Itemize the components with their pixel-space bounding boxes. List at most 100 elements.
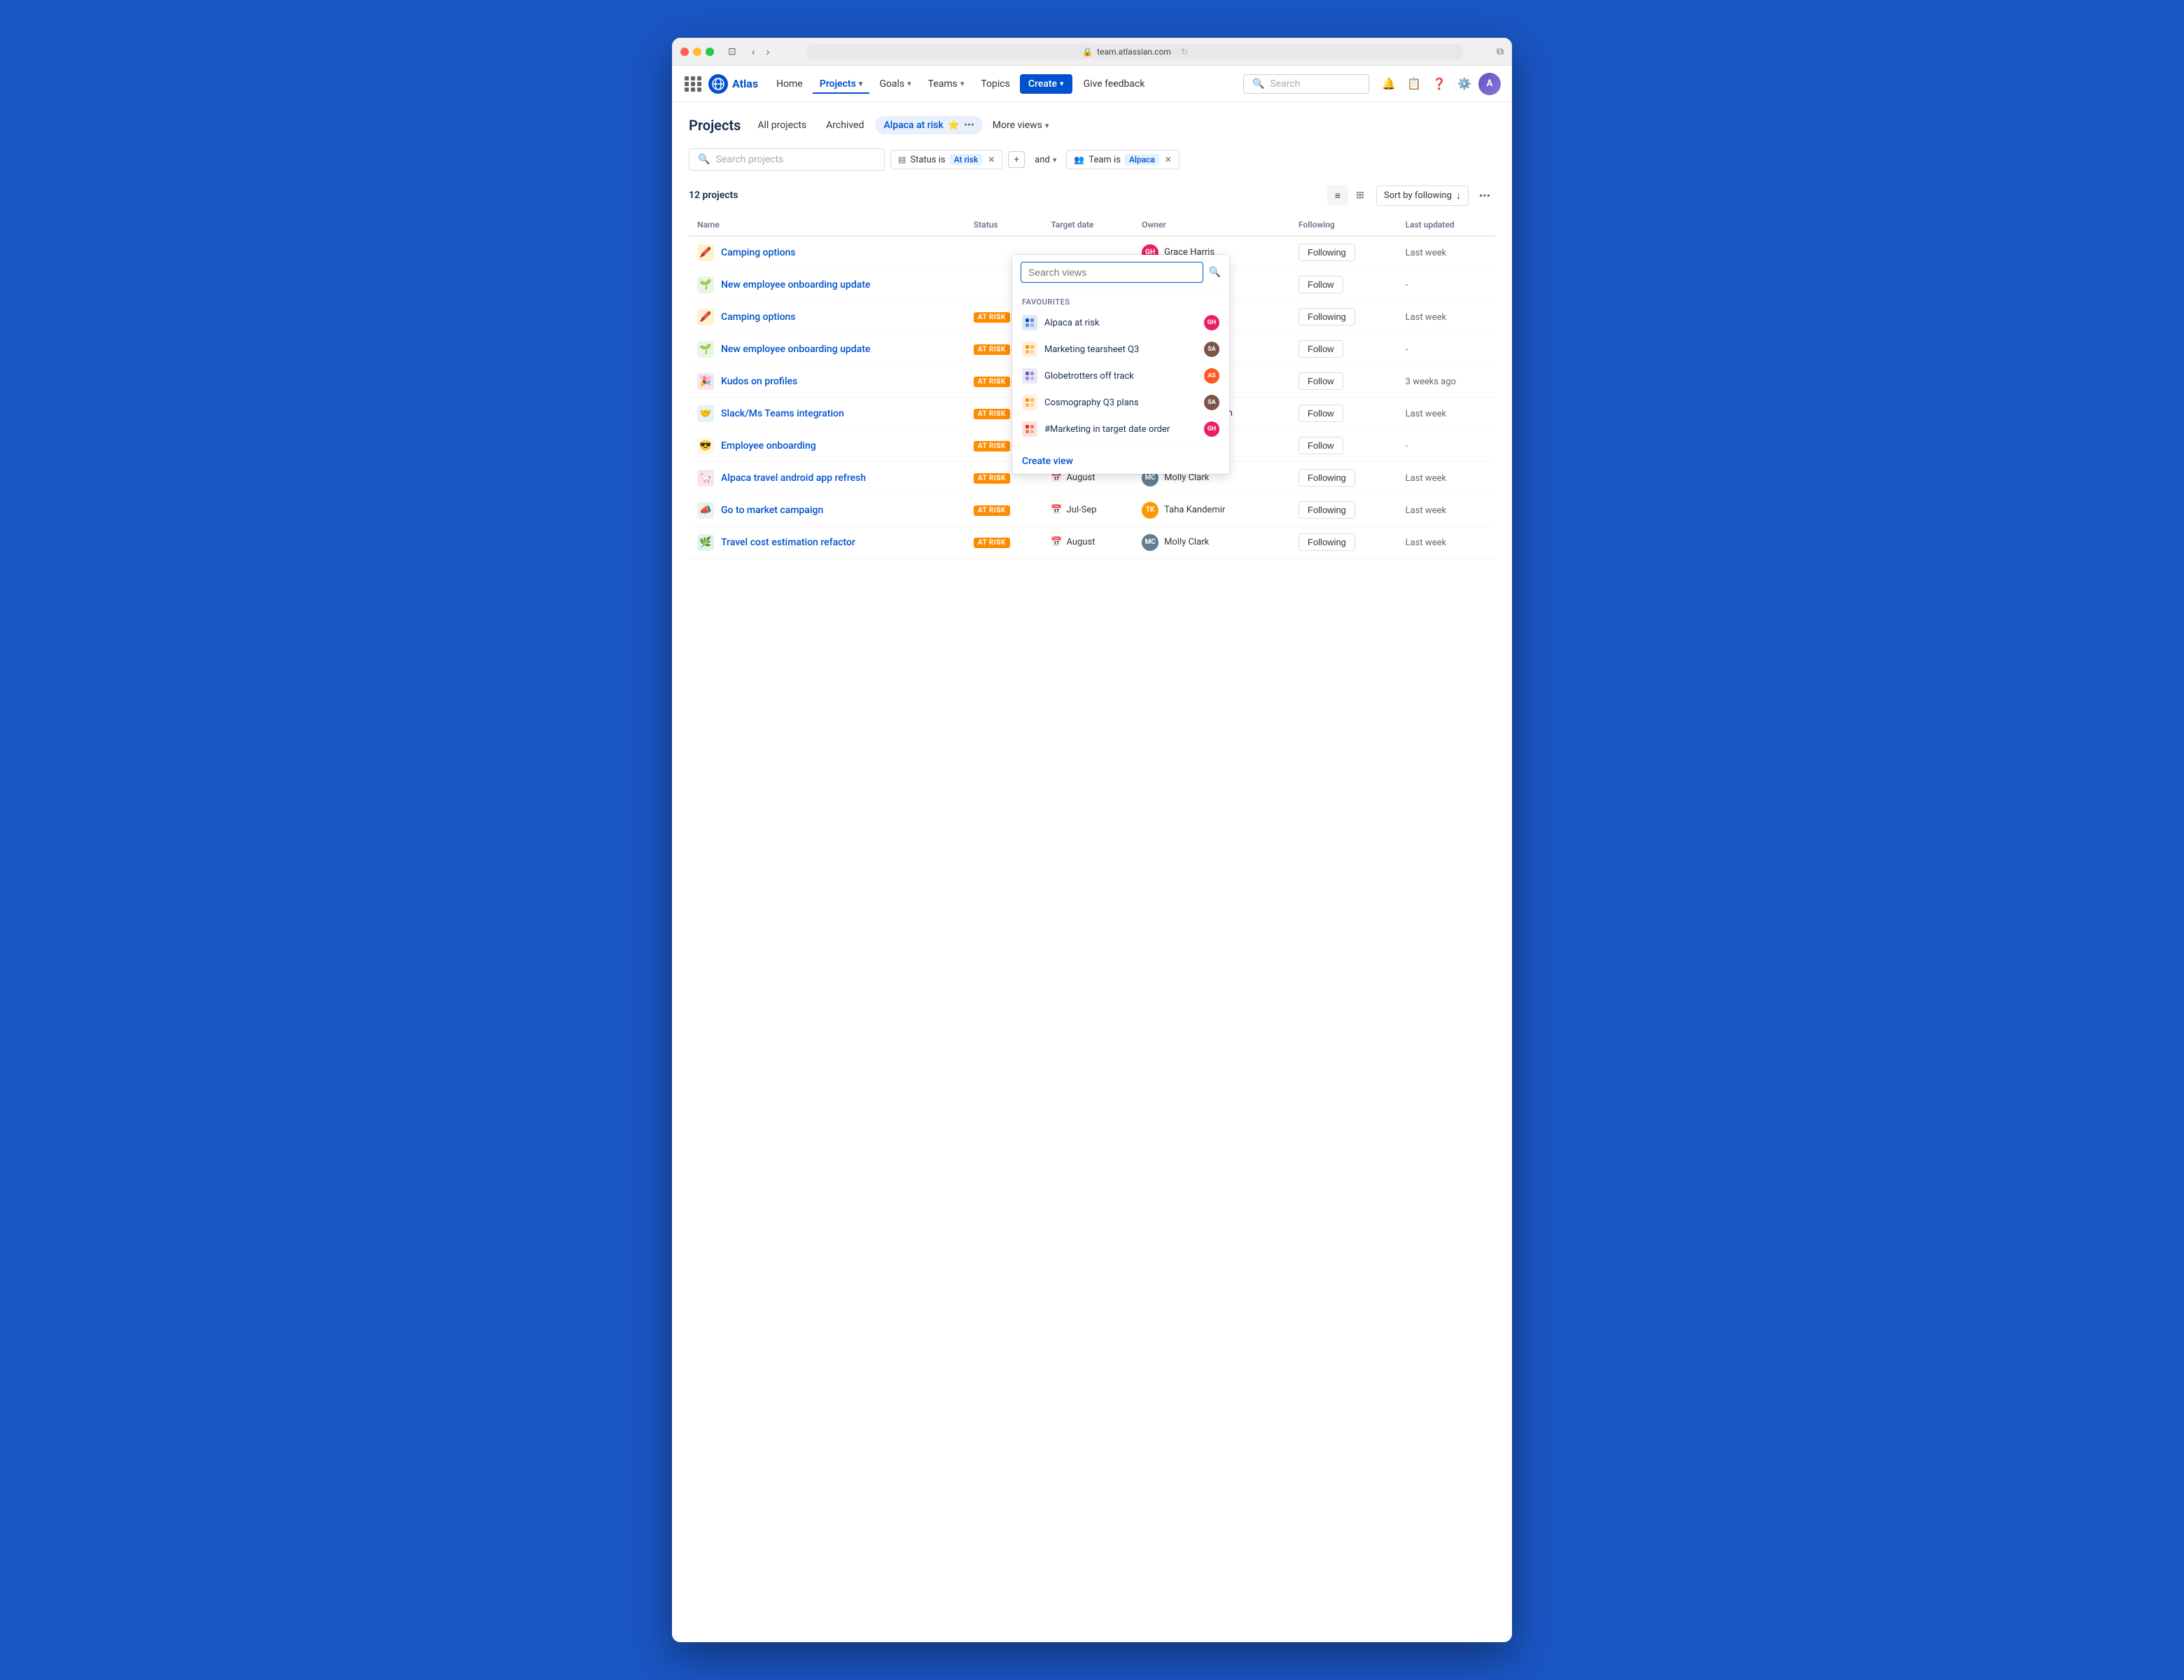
- search-placeholder: Search: [1270, 78, 1300, 90]
- owner-name: Molly Clark: [1164, 472, 1209, 483]
- tab-all-projects[interactable]: All projects: [749, 116, 815, 134]
- item-name: Cosmography Q3 plans: [1044, 398, 1197, 408]
- project-name[interactable]: Employee onboarding: [721, 440, 816, 451]
- team-remove-icon[interactable]: ✕: [1165, 155, 1172, 164]
- create-view-button[interactable]: Create view: [1012, 449, 1229, 474]
- row-follow-cell: Follow: [1290, 430, 1397, 462]
- row-last-updated-cell: Last week: [1397, 398, 1495, 430]
- list-view-button[interactable]: ≡: [1327, 185, 1348, 206]
- create-chevron-icon: ▾: [1060, 79, 1064, 88]
- team-chip-icon: 👥: [1074, 155, 1084, 164]
- minimize-button[interactable]: [693, 48, 701, 56]
- row-status-cell: AT RISK: [965, 494, 1042, 526]
- dropdown-item[interactable]: Globetrotters off track AS: [1012, 363, 1229, 389]
- more-views-button[interactable]: More views ▾: [986, 116, 1056, 134]
- dropdown-divider: [1012, 445, 1229, 446]
- new-tab-icon[interactable]: ⧉: [1497, 46, 1504, 57]
- table-more-button[interactable]: •••: [1474, 185, 1495, 206]
- nav-home[interactable]: Home: [769, 74, 810, 94]
- follow-button[interactable]: Following: [1298, 244, 1355, 261]
- item-icon: [1022, 315, 1037, 330]
- col-status: Status: [965, 214, 1042, 236]
- settings-icon[interactable]: ⚙️: [1453, 73, 1476, 95]
- dropdown-item[interactable]: Alpaca at risk GH: [1012, 309, 1229, 336]
- lock-icon: 🔒: [1082, 47, 1093, 57]
- tab-alpaca-at-risk[interactable]: Alpaca at risk ⭐ •••: [875, 116, 982, 134]
- project-icon: 🤝: [697, 405, 714, 422]
- add-filter-button[interactable]: +: [1008, 151, 1025, 168]
- help-icon[interactable]: ❓: [1428, 73, 1450, 95]
- project-name[interactable]: Kudos on profiles: [721, 376, 797, 387]
- status-chip-icon: ▤: [898, 155, 906, 164]
- follow-button[interactable]: Follow: [1298, 405, 1343, 422]
- follow-button[interactable]: Follow: [1298, 276, 1343, 293]
- search-views-input[interactable]: [1021, 262, 1203, 283]
- nav-teams[interactable]: Teams ▾: [921, 74, 972, 94]
- back-icon[interactable]: ‹: [748, 43, 760, 59]
- project-name[interactable]: Travel cost estimation refactor: [721, 537, 855, 548]
- nav-topics-wrapper: Topics: [974, 74, 1016, 94]
- bookmarks-icon[interactable]: 📋: [1403, 73, 1425, 95]
- table-header: Name Status Target date Owner Following …: [689, 214, 1495, 236]
- row-name-cell: 🖍️ Camping options: [689, 236, 965, 269]
- nav-topics[interactable]: Topics: [974, 74, 1016, 94]
- tab-archived[interactable]: Archived: [818, 116, 872, 134]
- status-remove-icon[interactable]: ✕: [988, 155, 995, 164]
- follow-button[interactable]: Following: [1298, 469, 1355, 486]
- row-name-cell: 🖍️ Camping options: [689, 301, 965, 333]
- row-last-updated-cell: Last week: [1397, 236, 1495, 269]
- follow-button[interactable]: Follow: [1298, 340, 1343, 358]
- sort-by-button[interactable]: Sort by following ↓: [1376, 186, 1469, 206]
- status-badge: AT RISK: [974, 312, 1010, 323]
- atlas-logo[interactable]: Atlas: [708, 74, 758, 94]
- atlas-logo-text: Atlas: [732, 77, 758, 90]
- url-bar[interactable]: 🔒 team.atlassian.com ↻: [807, 44, 1463, 59]
- apps-grid-icon[interactable]: [683, 74, 703, 94]
- item-avatar: GH: [1204, 315, 1219, 330]
- project-name[interactable]: Slack/Ms Teams integration: [721, 408, 844, 419]
- row-follow-cell: Following: [1290, 494, 1397, 526]
- give-feedback-button[interactable]: Give feedback: [1075, 74, 1154, 94]
- row-name-cell: 😎 Employee onboarding: [689, 430, 965, 462]
- search-projects-input[interactable]: 🔍 Search projects: [689, 148, 885, 171]
- refresh-icon[interactable]: ↻: [1181, 47, 1188, 57]
- dropdown-item[interactable]: Marketing tearsheet Q3 SA: [1012, 336, 1229, 363]
- team-filter-chip[interactable]: 👥 Team is Alpaca ✕: [1066, 150, 1180, 169]
- dropdown-item[interactable]: Cosmography Q3 plans SA: [1012, 389, 1229, 416]
- create-button[interactable]: Create ▾: [1020, 74, 1072, 94]
- forward-icon[interactable]: ›: [762, 43, 774, 59]
- follow-button[interactable]: Follow: [1298, 437, 1343, 454]
- item-icon: [1022, 421, 1037, 437]
- project-name[interactable]: New employee onboarding update: [721, 279, 870, 290]
- last-updated-value: -: [1406, 441, 1408, 451]
- dropdown-item[interactable]: #Marketing in target date order GH: [1012, 416, 1229, 442]
- follow-button[interactable]: Follow: [1298, 372, 1343, 390]
- project-name[interactable]: New employee onboarding update: [721, 344, 870, 355]
- last-updated-value: 3 weeks ago: [1406, 377, 1456, 387]
- status-filter-chip[interactable]: ▤ Status is At risk ✕: [890, 150, 1002, 169]
- notifications-icon[interactable]: 🔔: [1378, 73, 1400, 95]
- and-filter[interactable]: and ▾: [1030, 152, 1060, 168]
- maximize-button[interactable]: [706, 48, 714, 56]
- last-updated-value: Last week: [1406, 248, 1446, 258]
- project-name[interactable]: Alpaca travel android app refresh: [721, 472, 866, 484]
- project-name[interactable]: Camping options: [721, 312, 796, 323]
- project-name[interactable]: Camping options: [721, 247, 796, 258]
- follow-button[interactable]: Following: [1298, 533, 1355, 551]
- follow-button[interactable]: Following: [1298, 308, 1355, 326]
- board-view-button[interactable]: ⊞: [1350, 185, 1371, 206]
- sidebar-toggle-icon[interactable]: ⊡: [725, 45, 739, 59]
- row-last-updated-cell: Last week: [1397, 526, 1495, 559]
- last-updated-value: Last week: [1406, 473, 1446, 484]
- close-button[interactable]: [680, 48, 689, 56]
- nav-goals[interactable]: Goals ▾: [872, 74, 918, 94]
- follow-button[interactable]: Following: [1298, 501, 1355, 519]
- traffic-lights[interactable]: [680, 48, 714, 56]
- nav-projects[interactable]: Projects ▾: [813, 74, 870, 94]
- search-bar[interactable]: 🔍 Search: [1243, 74, 1369, 94]
- user-avatar[interactable]: A: [1478, 73, 1501, 95]
- project-name[interactable]: Go to market campaign: [721, 505, 823, 516]
- item-icon: [1022, 342, 1037, 357]
- tab-more-icon[interactable]: •••: [964, 120, 974, 131]
- page-header: Projects All projects Archived Alpaca at…: [689, 116, 1495, 134]
